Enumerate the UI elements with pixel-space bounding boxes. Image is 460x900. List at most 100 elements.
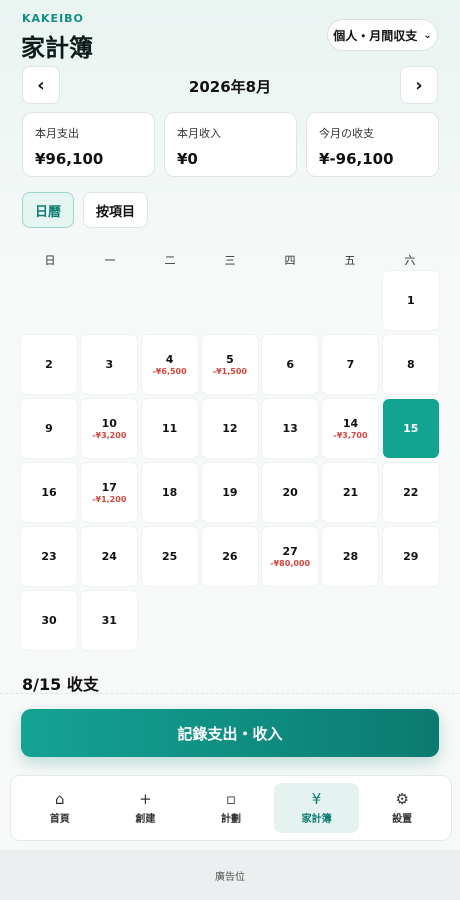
stat-label: 本月收入 xyxy=(177,127,221,140)
calendar-day[interactable]: 11 xyxy=(141,399,198,458)
day-number: 3 xyxy=(105,358,114,371)
mode-select[interactable]: 個人・月間収支 ⌄ xyxy=(327,19,438,51)
calendar-day[interactable]: 19 xyxy=(201,463,258,522)
day-number: 5 xyxy=(226,353,234,366)
calendar-day[interactable]: 7 xyxy=(322,335,379,394)
calendar-day[interactable]: 14 -¥3,700 xyxy=(322,399,379,458)
weekday-label: 四 xyxy=(284,254,296,267)
day-number: 22 xyxy=(403,486,419,499)
calendar-day[interactable]: 8 xyxy=(382,335,439,394)
calendar-day[interactable]: 22 xyxy=(382,463,439,522)
day-number: 14 xyxy=(342,417,359,430)
page-title: 家計簿 xyxy=(21,34,93,62)
calendar-day[interactable]: 10 -¥3,200 xyxy=(81,399,138,458)
chevron-down-icon: ⌄ xyxy=(423,29,432,41)
calendar-day[interactable]: 27 -¥80,000 xyxy=(262,527,319,586)
day-number: 9 xyxy=(45,422,53,435)
record-button[interactable]: 記錄支出・收入 xyxy=(21,709,439,757)
weekday-label: 三 xyxy=(224,254,236,267)
day-number: 10 xyxy=(101,417,117,430)
day-number: 20 xyxy=(282,486,298,499)
day-number: 1 xyxy=(406,294,415,307)
selected-day-title: 8/15 收支 xyxy=(22,675,99,694)
calendar-day[interactable]: 29 xyxy=(382,527,439,586)
calendar-day[interactable]: 23 xyxy=(21,527,77,586)
weekday-label: 日 xyxy=(44,254,56,267)
calendar-blank xyxy=(21,271,77,330)
calendar-day[interactable]: 6 xyxy=(262,335,319,394)
calendar-day[interactable]: 24 xyxy=(81,527,138,586)
calendar-day[interactable]: 20 xyxy=(262,463,319,522)
stat-value: ¥-96,100 xyxy=(319,150,394,168)
day-number: 19 xyxy=(222,486,238,499)
tab-home[interactable]: ⌂ 首頁 xyxy=(17,783,103,833)
day-number: 15 xyxy=(403,422,419,435)
tab-calendar[interactable]: 日曆 xyxy=(22,192,75,228)
calendar-blank xyxy=(202,271,258,330)
calendar-day[interactable]: 1 xyxy=(382,271,439,330)
tab-by-category[interactable]: 按項目 xyxy=(83,192,149,228)
stat-card-expense: 本月支出 ¥96,100 xyxy=(22,112,155,177)
calendar-day[interactable]: 15 xyxy=(382,399,439,458)
day-number: 27 xyxy=(282,545,298,558)
stats-row: 本月支出 ¥96,100 本月收入 ¥0 今月の收支 ¥-96,100 xyxy=(22,112,439,177)
ad-banner: 廣告位 xyxy=(0,850,460,900)
yen-icon: ¥ xyxy=(311,790,322,808)
weekday-label: 五 xyxy=(344,254,356,267)
day-expense-amount: -¥1,500 xyxy=(212,367,247,376)
calendar-blank xyxy=(81,271,137,330)
day-number: 24 xyxy=(101,550,117,563)
day-number: 26 xyxy=(222,550,238,563)
view-tabs: 日曆 按項目 xyxy=(22,192,149,228)
calendar-day[interactable]: 4 -¥6,500 xyxy=(141,335,198,394)
brand-label: KAKEIBO xyxy=(22,12,84,25)
stat-card-balance: 今月の收支 ¥-96,100 xyxy=(306,112,439,177)
day-number: 31 xyxy=(101,614,117,627)
calendar-day[interactable]: 31 xyxy=(81,591,138,650)
square-icon: ▫ xyxy=(225,790,237,808)
calendar-day[interactable]: 3 xyxy=(81,335,138,394)
next-month-button[interactable]: › xyxy=(400,66,438,104)
calendar-day[interactable]: 12 xyxy=(201,399,258,458)
calendar-day[interactable]: 30 xyxy=(21,591,77,650)
day-number: 16 xyxy=(41,486,57,499)
day-number: 7 xyxy=(346,358,355,371)
stat-value: ¥0 xyxy=(177,150,198,168)
weekday-label: 六 xyxy=(404,254,416,267)
gear-icon: ⚙ xyxy=(395,790,409,808)
calendar-day[interactable]: 13 xyxy=(262,399,319,458)
tab-kakeibo[interactable]: ¥ 家計簿 xyxy=(273,783,360,833)
day-number: 13 xyxy=(282,422,298,435)
day-expense-amount: -¥80,000 xyxy=(270,559,311,568)
calendar-day[interactable]: 25 xyxy=(141,527,198,586)
day-number: 4 xyxy=(165,353,174,366)
month-label: 2026年8月 xyxy=(188,78,272,96)
stat-value: ¥96,100 xyxy=(35,150,104,168)
day-expense-amount: -¥6,500 xyxy=(152,367,187,376)
tab-label: 計劃 xyxy=(220,814,241,825)
tab-settings[interactable]: ⚙ 設置 xyxy=(359,783,445,833)
calendar-day[interactable]: 5 -¥1,500 xyxy=(201,335,258,394)
day-expense-amount: -¥3,200 xyxy=(92,431,127,440)
tab-plan[interactable]: ▫ 計劃 xyxy=(188,783,274,833)
day-number: 11 xyxy=(161,422,178,435)
calendar-grid: 1 2 3 4 -¥6,500 5 -¥1,500 6 7 8 9 10 -¥3,200 11 12 13 14… xyxy=(21,271,441,650)
weekday-header: 日 一 二 三 四 五 六 xyxy=(20,252,440,268)
calendar-day[interactable]: 9 xyxy=(21,399,77,458)
stat-card-income: 本月收入 ¥0 xyxy=(164,112,297,177)
stat-label: 本月支出 xyxy=(35,127,79,140)
plus-icon: + xyxy=(139,790,152,808)
calendar-day[interactable]: 21 xyxy=(322,463,379,522)
calendar-day[interactable]: 28 xyxy=(322,527,379,586)
calendar-day[interactable]: 16 xyxy=(21,463,77,522)
day-number: 29 xyxy=(403,550,419,563)
tab-create[interactable]: + 創建 xyxy=(103,783,189,833)
calendar-day[interactable]: 18 xyxy=(141,463,198,522)
calendar-day[interactable]: 17 -¥1,200 xyxy=(81,463,138,522)
day-number: 21 xyxy=(342,486,359,499)
day-number: 8 xyxy=(406,358,415,371)
calendar-day[interactable]: 26 xyxy=(201,527,258,586)
day-number: 17 xyxy=(101,481,117,494)
day-expense-amount: -¥1,200 xyxy=(92,495,127,504)
calendar-day[interactable]: 2 xyxy=(21,335,77,394)
